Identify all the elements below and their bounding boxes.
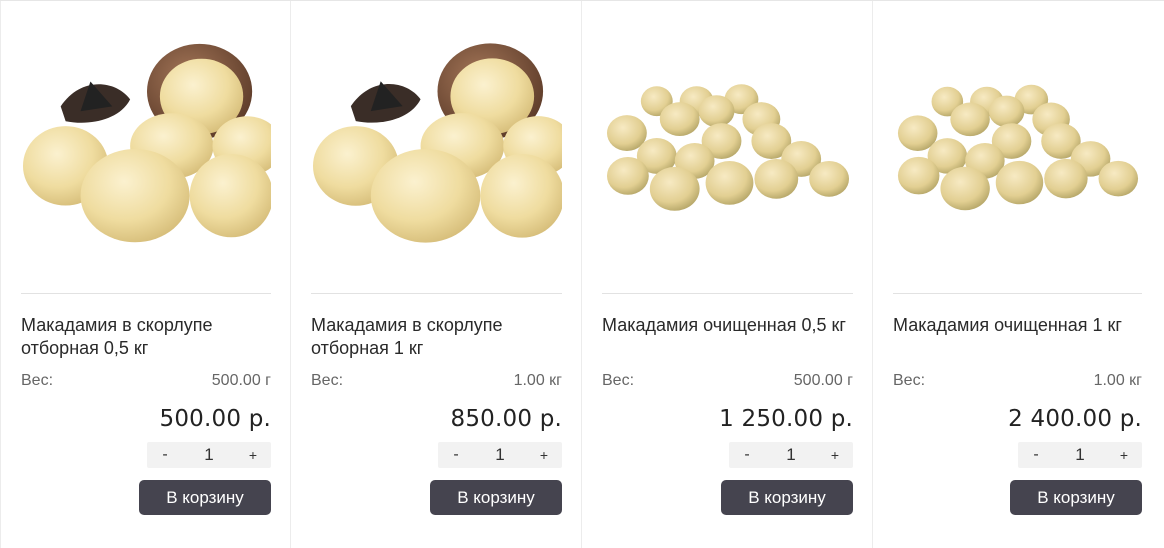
quantity-value[interactable]: 1 bbox=[204, 445, 213, 465]
product-title[interactable]: Макадамия в скорлупе отборная 1 кг bbox=[311, 314, 562, 360]
add-to-cart-button[interactable]: В корзину bbox=[430, 480, 562, 515]
quantity-minus-button[interactable]: - bbox=[153, 446, 177, 464]
add-to-cart-button[interactable]: В корзину bbox=[721, 480, 853, 515]
quantity-stepper: - 1 + bbox=[602, 442, 853, 468]
add-to-cart-button[interactable]: В корзину bbox=[139, 480, 271, 515]
product-image[interactable] bbox=[311, 1, 562, 294]
product-card: Макадамия в скорлупе отборная 0,5 кг Вес… bbox=[0, 1, 291, 548]
weight-label: Вес: bbox=[311, 372, 344, 389]
product-price: 850.00 р. bbox=[450, 406, 562, 432]
quantity-stepper: - 1 + bbox=[311, 442, 562, 468]
product-image[interactable] bbox=[21, 1, 271, 294]
quantity-plus-button[interactable]: + bbox=[1112, 447, 1136, 463]
quantity-box: - 1 + bbox=[147, 442, 271, 468]
quantity-value[interactable]: 1 bbox=[495, 445, 504, 465]
product-card: Макадамия в скорлупе отборная 1 кг Вес: … bbox=[291, 1, 582, 548]
quantity-minus-button[interactable]: - bbox=[444, 446, 468, 464]
quantity-stepper: - 1 + bbox=[21, 442, 271, 468]
weight-value: 500.00 г bbox=[793, 372, 853, 389]
product-price: 1 250.00 р. bbox=[719, 406, 853, 432]
quantity-box: - 1 + bbox=[729, 442, 853, 468]
add-to-cart-button[interactable]: В корзину bbox=[1010, 480, 1142, 515]
quantity-minus-button[interactable]: - bbox=[1024, 446, 1048, 464]
weight-row: Вес: 1.00 кг bbox=[893, 372, 1142, 390]
quantity-value[interactable]: 1 bbox=[1075, 445, 1084, 465]
macadamia-in-shell-image bbox=[312, 43, 562, 243]
weight-row: Вес: 1.00 кг bbox=[311, 372, 562, 390]
weight-label: Вес: bbox=[602, 372, 635, 389]
quantity-plus-button[interactable]: + bbox=[241, 447, 265, 463]
macadamia-in-shell-image bbox=[22, 43, 271, 243]
quantity-plus-button[interactable]: + bbox=[823, 447, 847, 463]
product-card: Макадамия очищенная 0,5 кг Вес: 500.00 г… bbox=[582, 1, 873, 548]
product-image[interactable] bbox=[893, 1, 1142, 294]
product-title[interactable]: Макадамия в скорлупе отборная 0,5 кг bbox=[21, 314, 271, 360]
quantity-value[interactable]: 1 bbox=[786, 445, 795, 465]
weight-value: 500.00 г bbox=[211, 372, 271, 389]
product-grid: Макадамия в скорлупе отборная 0,5 кг Вес… bbox=[0, 0, 1164, 548]
macadamia-shelled-image bbox=[606, 84, 850, 211]
product-price: 2 400.00 р. bbox=[1008, 406, 1142, 432]
product-title[interactable]: Макадамия очищенная 1 кг bbox=[893, 314, 1142, 360]
weight-value: 1.00 кг bbox=[1093, 372, 1142, 389]
quantity-stepper: - 1 + bbox=[893, 442, 1142, 468]
product-price: 500.00 р. bbox=[159, 406, 271, 432]
weight-row: Вес: 500.00 г bbox=[602, 372, 853, 390]
weight-label: Вес: bbox=[893, 372, 926, 389]
macadamia-shelled-image bbox=[897, 84, 1139, 211]
product-title[interactable]: Макадамия очищенная 0,5 кг bbox=[602, 314, 853, 360]
quantity-minus-button[interactable]: - bbox=[735, 446, 759, 464]
quantity-plus-button[interactable]: + bbox=[532, 447, 556, 463]
product-card: Макадамия очищенная 1 кг Вес: 1.00 кг 2 … bbox=[873, 1, 1161, 548]
weight-row: Вес: 500.00 г bbox=[21, 372, 271, 390]
product-image[interactable] bbox=[602, 1, 853, 294]
quantity-box: - 1 + bbox=[1018, 442, 1142, 468]
weight-value: 1.00 кг bbox=[513, 372, 562, 389]
quantity-box: - 1 + bbox=[438, 442, 562, 468]
weight-label: Вес: bbox=[21, 372, 54, 389]
